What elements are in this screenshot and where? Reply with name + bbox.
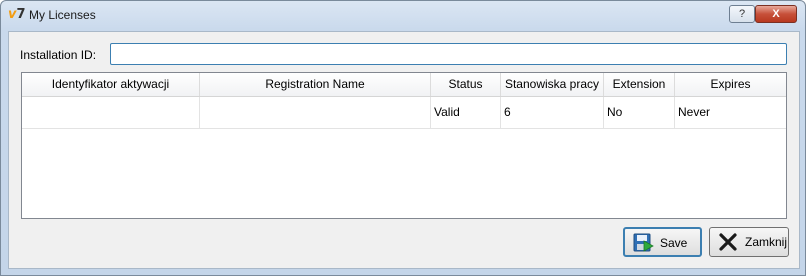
zamknij-button[interactable]: Zamknij: [709, 227, 789, 257]
window-close-button[interactable]: X: [755, 5, 797, 23]
title-bar[interactable]: v7 My Licenses ? X: [1, 1, 805, 29]
column-header-status[interactable]: Status: [431, 73, 501, 96]
help-icon: ?: [738, 8, 746, 20]
column-header-expires[interactable]: Expires: [675, 73, 786, 96]
cell-extension: No: [604, 97, 675, 128]
licenses-window: v7 My Licenses ? X Installation ID: Iden…: [0, 0, 806, 276]
cell-status: Valid: [431, 97, 501, 128]
save-button-label: Save: [660, 236, 688, 250]
installation-id-input[interactable]: [110, 43, 787, 65]
x-close-icon: [719, 233, 737, 251]
table-row[interactable]: Valid 6 No Never: [22, 97, 786, 129]
cell-expires: Never: [678, 105, 711, 119]
window-title: My Licenses: [29, 8, 96, 22]
zamknij-button-label: Zamknij: [745, 235, 788, 249]
column-header-registration-name[interactable]: Registration Name: [200, 73, 431, 96]
dialog-body: Installation ID: Identyfikator aktywacji…: [8, 31, 800, 269]
close-icon: X: [772, 8, 780, 20]
cell-activation-id: [22, 97, 200, 128]
licenses-table: Identyfikator aktywacji Registration Nam…: [21, 72, 787, 219]
cell-registration-name: [200, 97, 431, 128]
cell-workstations: 6: [501, 97, 604, 128]
floppy-disk-icon: [633, 233, 654, 252]
table-header: Identyfikator aktywacji Registration Nam…: [22, 73, 786, 97]
help-button[interactable]: ?: [729, 5, 755, 23]
installation-id-label: Installation ID:: [20, 48, 97, 62]
save-button[interactable]: Save: [623, 227, 702, 257]
app-logo-icon: v7: [8, 7, 26, 22]
column-header-activation-id[interactable]: Identyfikator aktywacji: [22, 73, 200, 96]
column-header-extension[interactable]: Extension: [604, 73, 675, 96]
column-header-workstations[interactable]: Stanowiska pracy: [501, 73, 604, 96]
